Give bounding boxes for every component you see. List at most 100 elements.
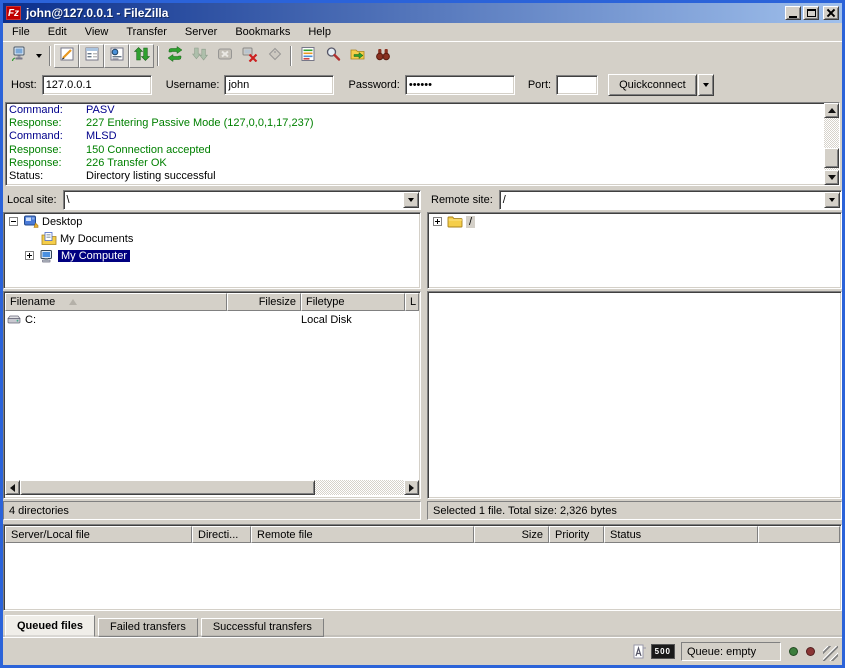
remote-site-dropdown-button[interactable] <box>824 192 840 208</box>
scroll-right-button[interactable] <box>404 480 419 495</box>
column-label: Filesize <box>259 296 296 308</box>
my-computer-icon <box>39 248 55 264</box>
refresh-button[interactable] <box>162 44 187 68</box>
tab-queued-files[interactable]: Queued files <box>5 615 95 637</box>
tree-item-my-documents[interactable]: My Documents <box>4 230 420 247</box>
transfer-type-icon[interactable] <box>630 643 648 661</box>
toggle-transfer-queue-icon <box>134 46 150 65</box>
directory-compare-icon <box>300 46 316 65</box>
local-horizontal-scrollbar[interactable] <box>5 480 419 495</box>
quickconnect-button[interactable]: Quickconnect <box>608 74 697 96</box>
remote-status-text: Selected 1 file. Total size: 2,326 bytes <box>427 501 842 520</box>
queue-column-size[interactable]: Size <box>474 526 549 543</box>
process-queue-icon <box>192 46 208 65</box>
site-manager-button[interactable] <box>6 44 31 68</box>
log-entry-label: Response: <box>9 144 86 157</box>
toggle-local-tree-button[interactable] <box>79 44 104 68</box>
menu-item-file[interactable]: File <box>3 24 39 40</box>
remote-site-combo[interactable]: / <box>499 190 842 210</box>
scroll-thumb[interactable] <box>20 480 315 495</box>
search-files-button[interactable] <box>370 44 395 68</box>
chevron-down-icon <box>36 54 42 58</box>
tab-failed-transfers[interactable]: Failed transfers <box>98 618 198 637</box>
toggle-message-log-button[interactable] <box>54 44 79 68</box>
directory-compare-button[interactable] <box>295 44 320 68</box>
disconnect-icon <box>242 46 258 65</box>
pane-splitter[interactable] <box>421 190 427 520</box>
chevron-down-icon <box>829 198 835 202</box>
log-entry-command: Command:PASV <box>9 104 824 117</box>
disconnect-button[interactable] <box>237 44 262 68</box>
remote-site-bar: Remote site: / <box>427 190 842 210</box>
scroll-down-icon <box>828 175 836 180</box>
menu-item-view[interactable]: View <box>76 24 118 40</box>
synchronized-browsing-button[interactable] <box>345 44 370 68</box>
menu-item-server[interactable]: Server <box>176 24 226 40</box>
close-button[interactable] <box>823 6 839 20</box>
local-file-row[interactable]: C: Local Disk <box>5 311 419 328</box>
toggle-remote-tree-button[interactable] <box>104 44 129 68</box>
menu-item-transfer[interactable]: Transfer <box>117 24 176 40</box>
log-splitter[interactable] <box>3 186 842 190</box>
collapse-icon[interactable] <box>9 217 18 226</box>
status-bar: 500 Queue: empty <box>3 637 842 665</box>
quickconnect-dropdown-button[interactable] <box>698 74 714 96</box>
queue-column-filler <box>758 526 840 543</box>
log-entry-text: 226 Transfer OK <box>86 157 167 170</box>
remote-directory-tree: / <box>427 212 842 289</box>
port-input[interactable] <box>556 75 598 95</box>
column-header-filesize[interactable]: Filesize <box>227 293 301 311</box>
directory-listing-filters-button[interactable] <box>320 44 345 68</box>
minimize-button[interactable] <box>785 6 801 20</box>
scroll-down-button[interactable] <box>824 170 839 185</box>
log-entry-response: Response:226 Transfer OK <box>9 157 824 170</box>
tree-item-desktop[interactable]: Desktop <box>4 213 420 230</box>
tab-successful-transfers[interactable]: Successful transfers <box>201 618 324 637</box>
queue-column-directi-[interactable]: Directi... <box>192 526 251 543</box>
username-input[interactable] <box>224 75 334 95</box>
host-input[interactable] <box>42 75 152 95</box>
local-list-header: Filename Filesize Filetype L <box>5 293 419 311</box>
scroll-up-button[interactable] <box>824 103 839 118</box>
column-header-filename[interactable]: Filename <box>5 293 227 311</box>
queue-column-priority[interactable]: Priority <box>549 526 604 543</box>
password-input[interactable] <box>405 75 515 95</box>
process-queue-button[interactable] <box>187 44 212 68</box>
chevron-down-icon <box>703 83 709 87</box>
maximize-button[interactable] <box>803 6 819 20</box>
local-site-combo[interactable]: \ <box>63 190 421 210</box>
remote-site-label: Remote site: <box>427 194 499 206</box>
tree-item-my-computer[interactable]: My Computer <box>4 247 420 264</box>
menu-item-edit[interactable]: Edit <box>39 24 76 40</box>
expand-icon[interactable] <box>25 251 34 260</box>
status-badge[interactable]: 500 <box>651 644 675 659</box>
scroll-track[interactable] <box>824 118 839 170</box>
column-header-last-modified[interactable]: L <box>405 293 419 311</box>
toggle-local-tree-icon <box>84 46 100 65</box>
sort-ascending-icon <box>69 299 77 305</box>
toggle-message-log-icon <box>59 46 75 65</box>
log-scrollbar[interactable] <box>824 103 839 185</box>
scroll-left-button[interactable] <box>5 480 20 495</box>
menu-item-help[interactable]: Help <box>299 24 340 40</box>
scroll-thumb[interactable] <box>824 148 839 168</box>
title-bar[interactable]: Fz john@127.0.0.1 - FileZilla <box>3 3 842 23</box>
local-site-value: \ <box>64 194 403 206</box>
cancel-operation-button[interactable] <box>212 44 237 68</box>
toggle-transfer-queue-button[interactable] <box>129 44 154 68</box>
tree-item-label-selected: My Computer <box>58 250 130 262</box>
menu-item-bookmarks[interactable]: Bookmarks <box>226 24 299 40</box>
site-manager-dropdown-button[interactable] <box>31 44 46 68</box>
queue-column-status[interactable]: Status <box>604 526 758 543</box>
queue-column-remote-file[interactable]: Remote file <box>251 526 474 543</box>
local-site-bar: Local site: \ <box>3 190 421 210</box>
queue-column-server-local-file[interactable]: Server/Local file <box>5 526 192 543</box>
resize-grip[interactable] <box>823 646 838 661</box>
scroll-track[interactable] <box>20 480 404 495</box>
reconnect-button[interactable] <box>262 44 287 68</box>
tree-item-root[interactable]: / <box>428 213 841 230</box>
log-entry-text: 150 Connection accepted <box>86 144 211 157</box>
column-header-filetype[interactable]: Filetype <box>301 293 405 311</box>
expand-icon[interactable] <box>433 217 442 226</box>
local-site-dropdown-button[interactable] <box>403 192 419 208</box>
